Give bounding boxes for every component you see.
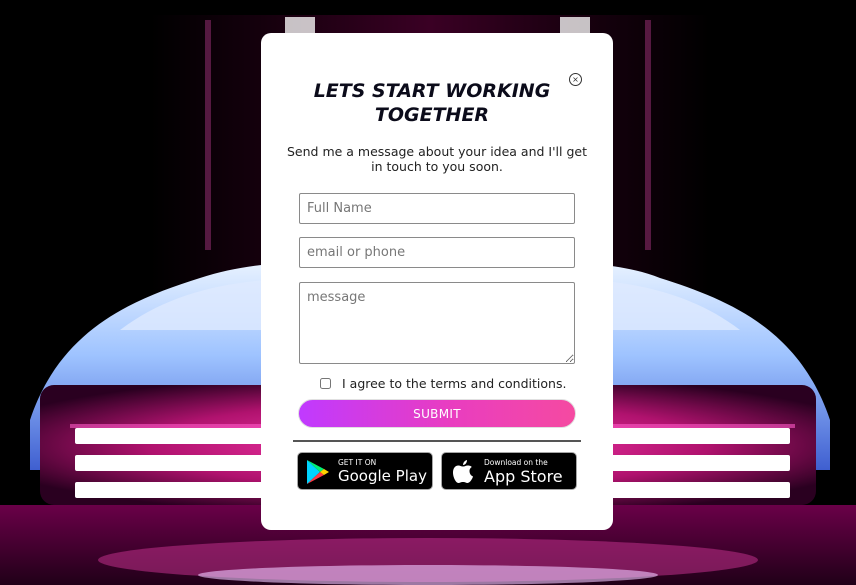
google-play-big-text: Google Play xyxy=(338,467,427,485)
submit-button[interactable]: SUBMIT xyxy=(298,399,576,428)
app-store-badge[interactable]: Download on the App Store xyxy=(441,452,577,490)
google-play-small-text: GET IT ON xyxy=(338,458,377,467)
full-name-input[interactable] xyxy=(299,193,575,224)
modal-title: LETS START WORKING TOGETHER xyxy=(313,80,551,126)
app-store-big-text: App Store xyxy=(484,467,563,486)
app-store-small-text: Download on the xyxy=(484,458,548,467)
message-textarea[interactable] xyxy=(299,282,575,364)
divider xyxy=(293,440,581,442)
terms-agreement: I agree to the terms and conditions. xyxy=(320,375,566,391)
google-play-icon xyxy=(307,460,329,484)
terms-checkbox[interactable] xyxy=(320,377,331,389)
google-play-badge[interactable]: GET IT ON Google Play xyxy=(297,452,433,490)
close-icon[interactable]: × xyxy=(569,73,582,86)
email-or-phone-input[interactable] xyxy=(299,237,575,268)
terms-label[interactable]: I agree to the terms and conditions. xyxy=(342,376,566,391)
modal-subtitle: Send me a message about your idea and I'… xyxy=(287,144,587,174)
apple-icon xyxy=(453,460,473,483)
contact-modal: × LETS START WORKING TOGETHER Send me a … xyxy=(261,33,613,530)
